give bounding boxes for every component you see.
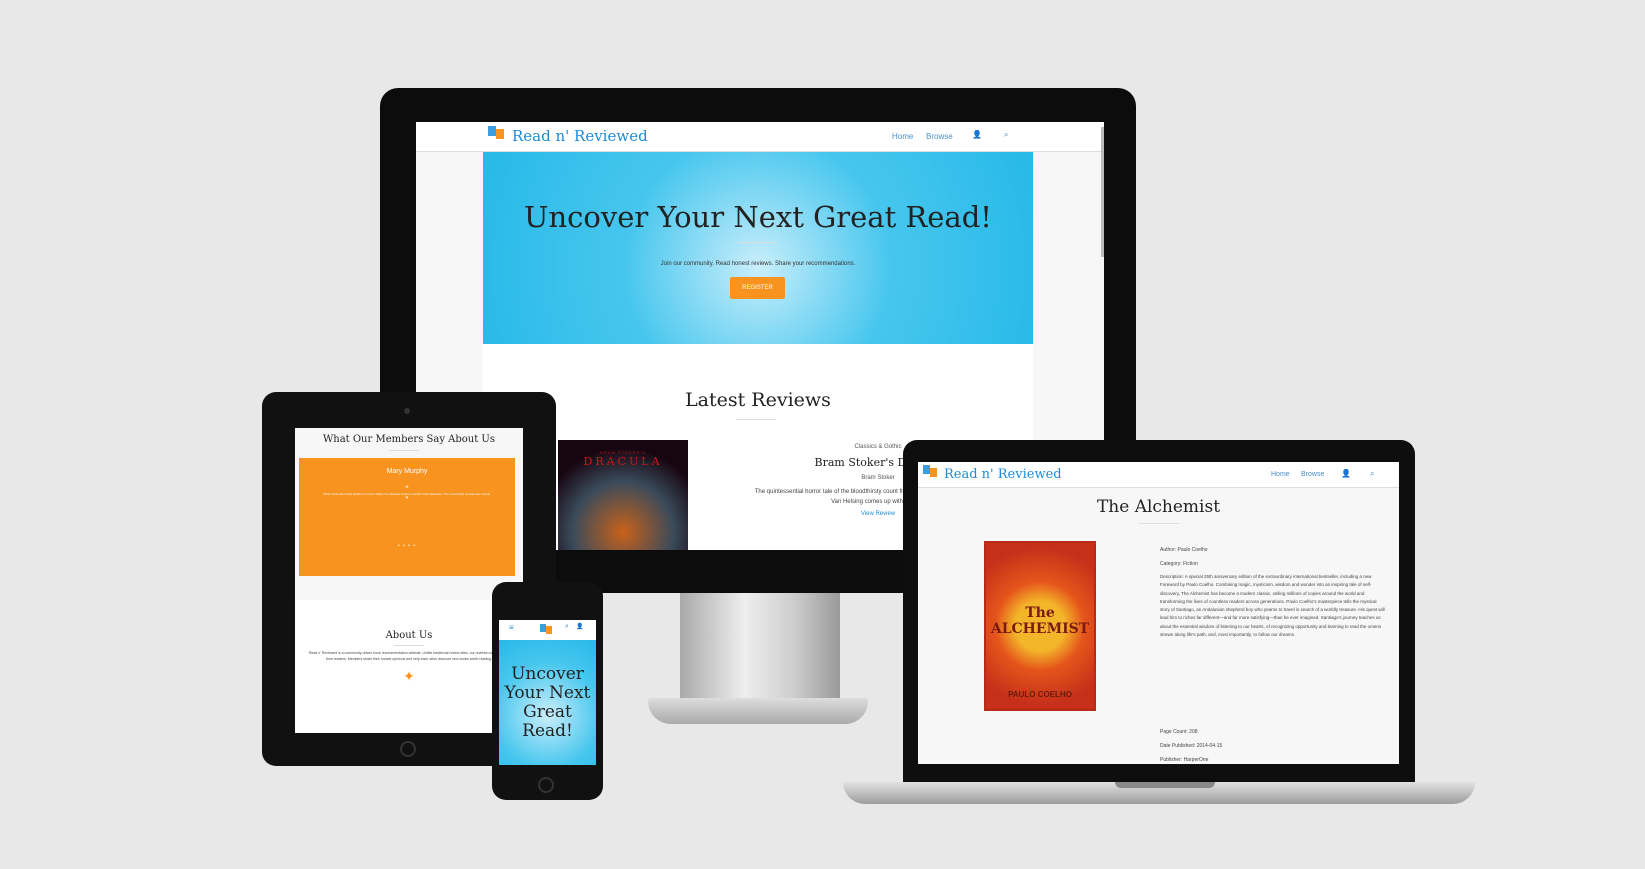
latest-reviews-title: Latest Reviews bbox=[685, 389, 831, 411]
logo-book-icon bbox=[923, 465, 930, 474]
user-icon[interactable]: 👤 bbox=[1341, 469, 1351, 478]
book-title: The Alchemist bbox=[1096, 497, 1221, 517]
cover-author: PAULO COELHO bbox=[1008, 690, 1072, 699]
divider bbox=[394, 645, 424, 646]
carousel-indicators[interactable]: • • • • bbox=[299, 543, 515, 549]
phone-hero-title: Uncover Your Next Great Read! bbox=[499, 640, 596, 765]
alchemist-cover-image[interactable]: The ALCHEMIST PAULO COELHO bbox=[984, 541, 1096, 711]
about-section: About Us Read n' Reviewed is a community… bbox=[295, 600, 523, 733]
close-quote-icon: ❞ bbox=[405, 497, 409, 503]
navbar: Read n' Reviewed Home Browse 👤 ⌕ bbox=[416, 122, 1104, 152]
tablet-camera bbox=[404, 408, 410, 414]
cover-title: The ALCHEMIST bbox=[990, 605, 1090, 637]
desktop-stand bbox=[680, 593, 840, 698]
search-icon[interactable]: ⌕ bbox=[565, 623, 569, 631]
book-publisher: Publisher: HarperOne bbox=[1160, 757, 1209, 763]
brand-link[interactable]: Read n' Reviewed bbox=[944, 467, 1062, 482]
nav-browse[interactable]: Browse bbox=[926, 132, 953, 141]
nav-browse[interactable]: Browse bbox=[1301, 471, 1324, 478]
about-title: About Us bbox=[385, 630, 433, 641]
menu-icon[interactable]: ≡ bbox=[509, 623, 514, 632]
search-icon[interactable]: ⌕ bbox=[1004, 130, 1008, 140]
tablet-home-button[interactable] bbox=[400, 741, 416, 757]
brand-link[interactable]: Read n' Reviewed bbox=[512, 127, 648, 145]
divider bbox=[736, 419, 776, 420]
logo-book-icon-right bbox=[930, 468, 937, 477]
hero-banner: Uncover Your Next Great Read! Join our c… bbox=[483, 152, 1033, 344]
search-icon[interactable]: ⌕ bbox=[1370, 469, 1374, 479]
user-icon[interactable]: 👤 bbox=[972, 130, 982, 139]
book-page-count: Page Count: 208 bbox=[1160, 729, 1198, 735]
desktop-stand-base bbox=[648, 698, 868, 724]
hero-title: Uncover Your Next Great Read! bbox=[524, 200, 992, 234]
member-name: Mary Murphy bbox=[386, 468, 428, 475]
book-description: Description: A special 25th anniversary … bbox=[1160, 574, 1385, 638]
nav-home[interactable]: Home bbox=[892, 132, 913, 141]
divider bbox=[738, 242, 778, 243]
divider bbox=[389, 450, 419, 451]
divider bbox=[1139, 523, 1179, 524]
hero-subtitle: Join our community. Read honest reviews.… bbox=[660, 261, 856, 267]
phone-screen: ≡ ⌕ 👤 Uncover Your Next Great Read! bbox=[499, 620, 596, 765]
user-icon[interactable]: 👤 bbox=[576, 623, 583, 630]
open-quote-icon: ❝ bbox=[405, 486, 409, 492]
book-category: Category: Fiction bbox=[1160, 561, 1198, 567]
nav-home[interactable]: Home bbox=[1271, 471, 1290, 478]
community-logo-icon: ✦ bbox=[403, 668, 415, 684]
scrollbar[interactable] bbox=[1101, 127, 1104, 257]
cover-title: DRACULA bbox=[583, 455, 663, 468]
navbar: Read n' Reviewed Home Browse 👤 ⌕ bbox=[918, 462, 1399, 488]
logo-book-icon-right bbox=[546, 626, 552, 634]
phone-home-button[interactable] bbox=[538, 777, 554, 793]
book-date-published: Date Published: 2014-04-15 bbox=[1160, 743, 1223, 749]
desktop-monitor-chin bbox=[555, 550, 905, 593]
book-author: Author: Paulo Coelho bbox=[1160, 547, 1208, 553]
about-text: Read n' Reviewed is a community-driven b… bbox=[308, 651, 510, 661]
tablet-screen: What Our Members Say About Us Mary Murph… bbox=[295, 428, 523, 733]
laptop-screen: Read n' Reviewed Home Browse 👤 ⌕ The Alc… bbox=[918, 462, 1399, 764]
testimonials-title: What Our Members Say About Us bbox=[322, 434, 495, 445]
logo-book-icon bbox=[488, 126, 496, 136]
testimonial-carousel[interactable]: Mary Murphy ❝ What I love about this pla… bbox=[299, 458, 515, 576]
register-button[interactable]: REGISTER bbox=[730, 277, 785, 299]
dracula-cover-image[interactable]: BRAM STOKER'S DRACULA bbox=[558, 440, 688, 550]
laptop-notch bbox=[1115, 782, 1215, 788]
logo-book-icon-right bbox=[496, 129, 504, 139]
